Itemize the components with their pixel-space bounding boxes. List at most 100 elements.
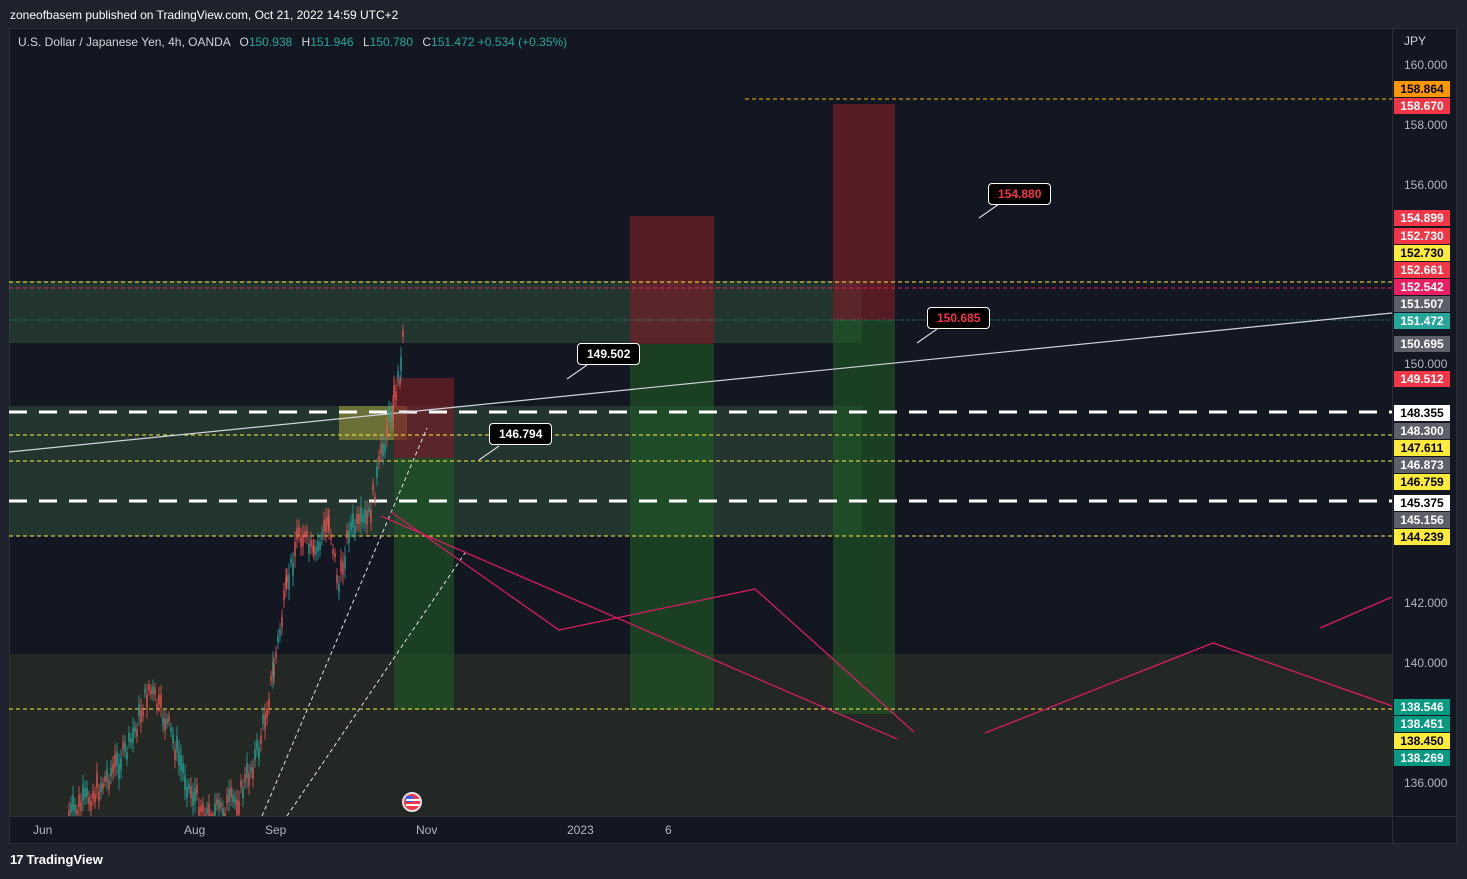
candle-body xyxy=(286,575,288,583)
change-value: +0.534 (+0.35%) xyxy=(477,35,568,49)
price-axis-separator xyxy=(1392,28,1393,844)
candle-body xyxy=(148,685,150,691)
candle-body xyxy=(116,752,118,766)
callout-pointer-149 xyxy=(566,364,588,380)
candle-body xyxy=(126,752,128,760)
price-callout[interactable]: 150.685 xyxy=(927,307,991,329)
candle-body xyxy=(194,787,196,803)
chart-canvas[interactable] xyxy=(9,28,1392,816)
price-tick: 140.000 xyxy=(1404,656,1448,670)
time-tick: 6 xyxy=(665,823,672,837)
candle-body xyxy=(144,688,146,693)
symbol-legend[interactable]: U.S. Dollar / Japanese Yen, 4h, OANDA O1… xyxy=(18,35,567,49)
candle-body xyxy=(397,371,399,380)
candle-body xyxy=(166,718,168,724)
price-label: 154.899 xyxy=(1394,210,1450,226)
candle-body xyxy=(393,384,395,397)
price-callout[interactable]: 146.794 xyxy=(489,423,553,445)
candle-body xyxy=(270,676,272,681)
candle-body xyxy=(222,808,224,816)
candle-body xyxy=(268,699,270,708)
candle-body xyxy=(230,787,232,798)
candle-body xyxy=(70,803,72,814)
time-tick: Sep xyxy=(265,823,287,837)
candle-body xyxy=(138,704,140,717)
us-flag-event-icon[interactable] xyxy=(402,792,422,812)
price-label: 145.156 xyxy=(1394,512,1450,528)
callout-pointer-154 xyxy=(978,203,1000,219)
price-label: 146.759 xyxy=(1394,474,1450,490)
candle-body xyxy=(252,767,254,779)
candle-body xyxy=(302,533,304,547)
candle-body xyxy=(319,541,321,550)
price-label: 150.695 xyxy=(1394,336,1450,352)
price-label: 145.375 xyxy=(1394,495,1450,511)
candle-body xyxy=(208,803,210,816)
candle-body xyxy=(277,635,279,643)
candle-body xyxy=(273,665,275,676)
candle-body xyxy=(154,689,156,695)
candle-body xyxy=(294,542,296,558)
candle-body xyxy=(182,763,184,774)
candle-body xyxy=(338,583,340,593)
time-tick: Jun xyxy=(33,823,53,837)
candle-body xyxy=(328,518,330,531)
candle-body xyxy=(162,717,164,726)
low-label: L xyxy=(362,35,370,49)
time-tick: 2023 xyxy=(567,823,594,837)
candle-body xyxy=(390,411,392,423)
candle-body xyxy=(82,785,84,801)
candle-body xyxy=(90,801,92,811)
price-label: 147.611 xyxy=(1394,440,1450,456)
candle-body xyxy=(88,797,90,805)
time-tick: Aug xyxy=(184,823,206,837)
candle-body xyxy=(281,617,283,628)
publisher-line: zoneofbasem published on TradingView.com… xyxy=(10,8,399,22)
low-value: 150.780 xyxy=(369,35,414,49)
candle-body xyxy=(242,787,244,799)
candle-body xyxy=(104,776,106,782)
candle-body xyxy=(86,787,88,797)
callout-pointer-150 xyxy=(916,328,938,344)
candle-body xyxy=(238,800,240,815)
candle-body xyxy=(232,794,234,802)
price-label: 148.355 xyxy=(1394,405,1450,421)
candle-body xyxy=(218,800,220,809)
candle-body xyxy=(164,718,166,731)
candle-body xyxy=(386,425,388,438)
position-target-3 xyxy=(833,320,895,714)
candle-body xyxy=(298,526,300,536)
price-label: 138.546 xyxy=(1394,699,1450,715)
candle-body xyxy=(256,740,258,750)
price-tick: 150.000 xyxy=(1404,357,1448,371)
candle-body xyxy=(402,330,404,337)
candle-body xyxy=(168,716,170,722)
candle-body xyxy=(172,734,174,743)
candle-body xyxy=(198,806,200,816)
candle-body xyxy=(244,773,246,783)
tradingview-brand: TradingView xyxy=(26,852,103,867)
candle-body xyxy=(120,758,122,770)
price-callout[interactable]: 149.502 xyxy=(577,343,641,365)
candle-body xyxy=(346,530,348,538)
candle-body xyxy=(128,732,130,742)
tradingview-logo[interactable]: 17 TradingView xyxy=(10,852,103,867)
candle-body xyxy=(288,573,290,590)
candle-body xyxy=(321,532,323,540)
candle-body xyxy=(348,530,350,544)
candle-body xyxy=(180,755,182,771)
candle-body xyxy=(364,509,366,523)
candle-body xyxy=(382,443,384,456)
candle-body xyxy=(188,784,190,790)
candle-body xyxy=(174,749,176,761)
price-label: 146.873 xyxy=(1394,457,1450,473)
currency-label: JPY xyxy=(1404,34,1427,48)
price-tick: 156.000 xyxy=(1404,178,1448,192)
candle-body xyxy=(160,694,162,708)
candle-body xyxy=(262,714,264,724)
price-callout[interactable]: 154.880 xyxy=(988,183,1052,205)
candle-body xyxy=(279,629,281,636)
open-value: 150.938 xyxy=(248,35,293,49)
candle-body xyxy=(146,694,148,709)
candle-body xyxy=(192,792,194,806)
